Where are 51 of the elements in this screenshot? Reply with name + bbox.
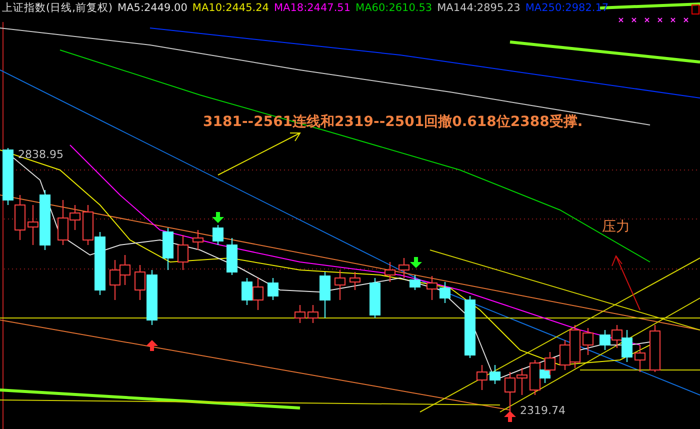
candlestick (560, 340, 570, 370)
arrow-icon (218, 132, 301, 176)
candlestick (212, 224, 224, 246)
candlestick (120, 254, 130, 286)
candlestick (634, 344, 646, 372)
candlestick (600, 330, 610, 350)
indicator-label: MA250:2982.17 (525, 1, 609, 16)
up-arrow-icon (504, 411, 516, 422)
candlestick (398, 258, 410, 278)
indicator-label: MA144:2895.23 (437, 1, 520, 16)
candlestick (612, 324, 622, 348)
arrow-icon (612, 254, 640, 310)
window-icon (692, 4, 700, 14)
marker-icon (618, 18, 688, 22)
candlestick (440, 282, 450, 304)
indicator-label: MA60:2610.53 (356, 1, 432, 16)
candlestick (570, 324, 580, 368)
candlestick (410, 274, 420, 290)
candlestick (14, 194, 26, 240)
candlestick (544, 352, 556, 376)
candlestick (162, 228, 174, 270)
candlestick (350, 272, 360, 290)
candlestick (110, 260, 120, 300)
candlestick (268, 278, 278, 300)
down-arrow-icon (212, 212, 224, 223)
candlestick (622, 330, 632, 362)
up-arrow-icon (146, 340, 158, 351)
candlestick (426, 276, 438, 300)
candlestick (490, 364, 500, 384)
candlestick (294, 304, 306, 324)
candlestick (370, 278, 380, 318)
chart-title: 上证指数(日线,前复权) (2, 1, 113, 16)
candlestick (476, 364, 488, 390)
candlestick (192, 230, 204, 250)
indicator-label: MA18:2447.51 (274, 1, 351, 16)
candlestick (650, 324, 660, 372)
price-label: 2838.95 (18, 148, 64, 161)
candlestick (252, 278, 264, 310)
indicator-label: MA5:2449.00 (118, 1, 188, 16)
candlestick (226, 238, 238, 276)
indicator-label: MA10:2445.24 (192, 1, 269, 16)
down-arrow-icon (410, 257, 422, 268)
candlestick (242, 278, 252, 306)
candlestick (334, 270, 346, 300)
candlestick (384, 262, 396, 282)
candlestick (464, 296, 476, 358)
price-label: 2319.74 (520, 404, 566, 417)
candlestick (178, 234, 188, 270)
annotation-label: 压力 (602, 218, 630, 236)
candlestick (582, 328, 594, 356)
candlestick (2, 148, 14, 206)
